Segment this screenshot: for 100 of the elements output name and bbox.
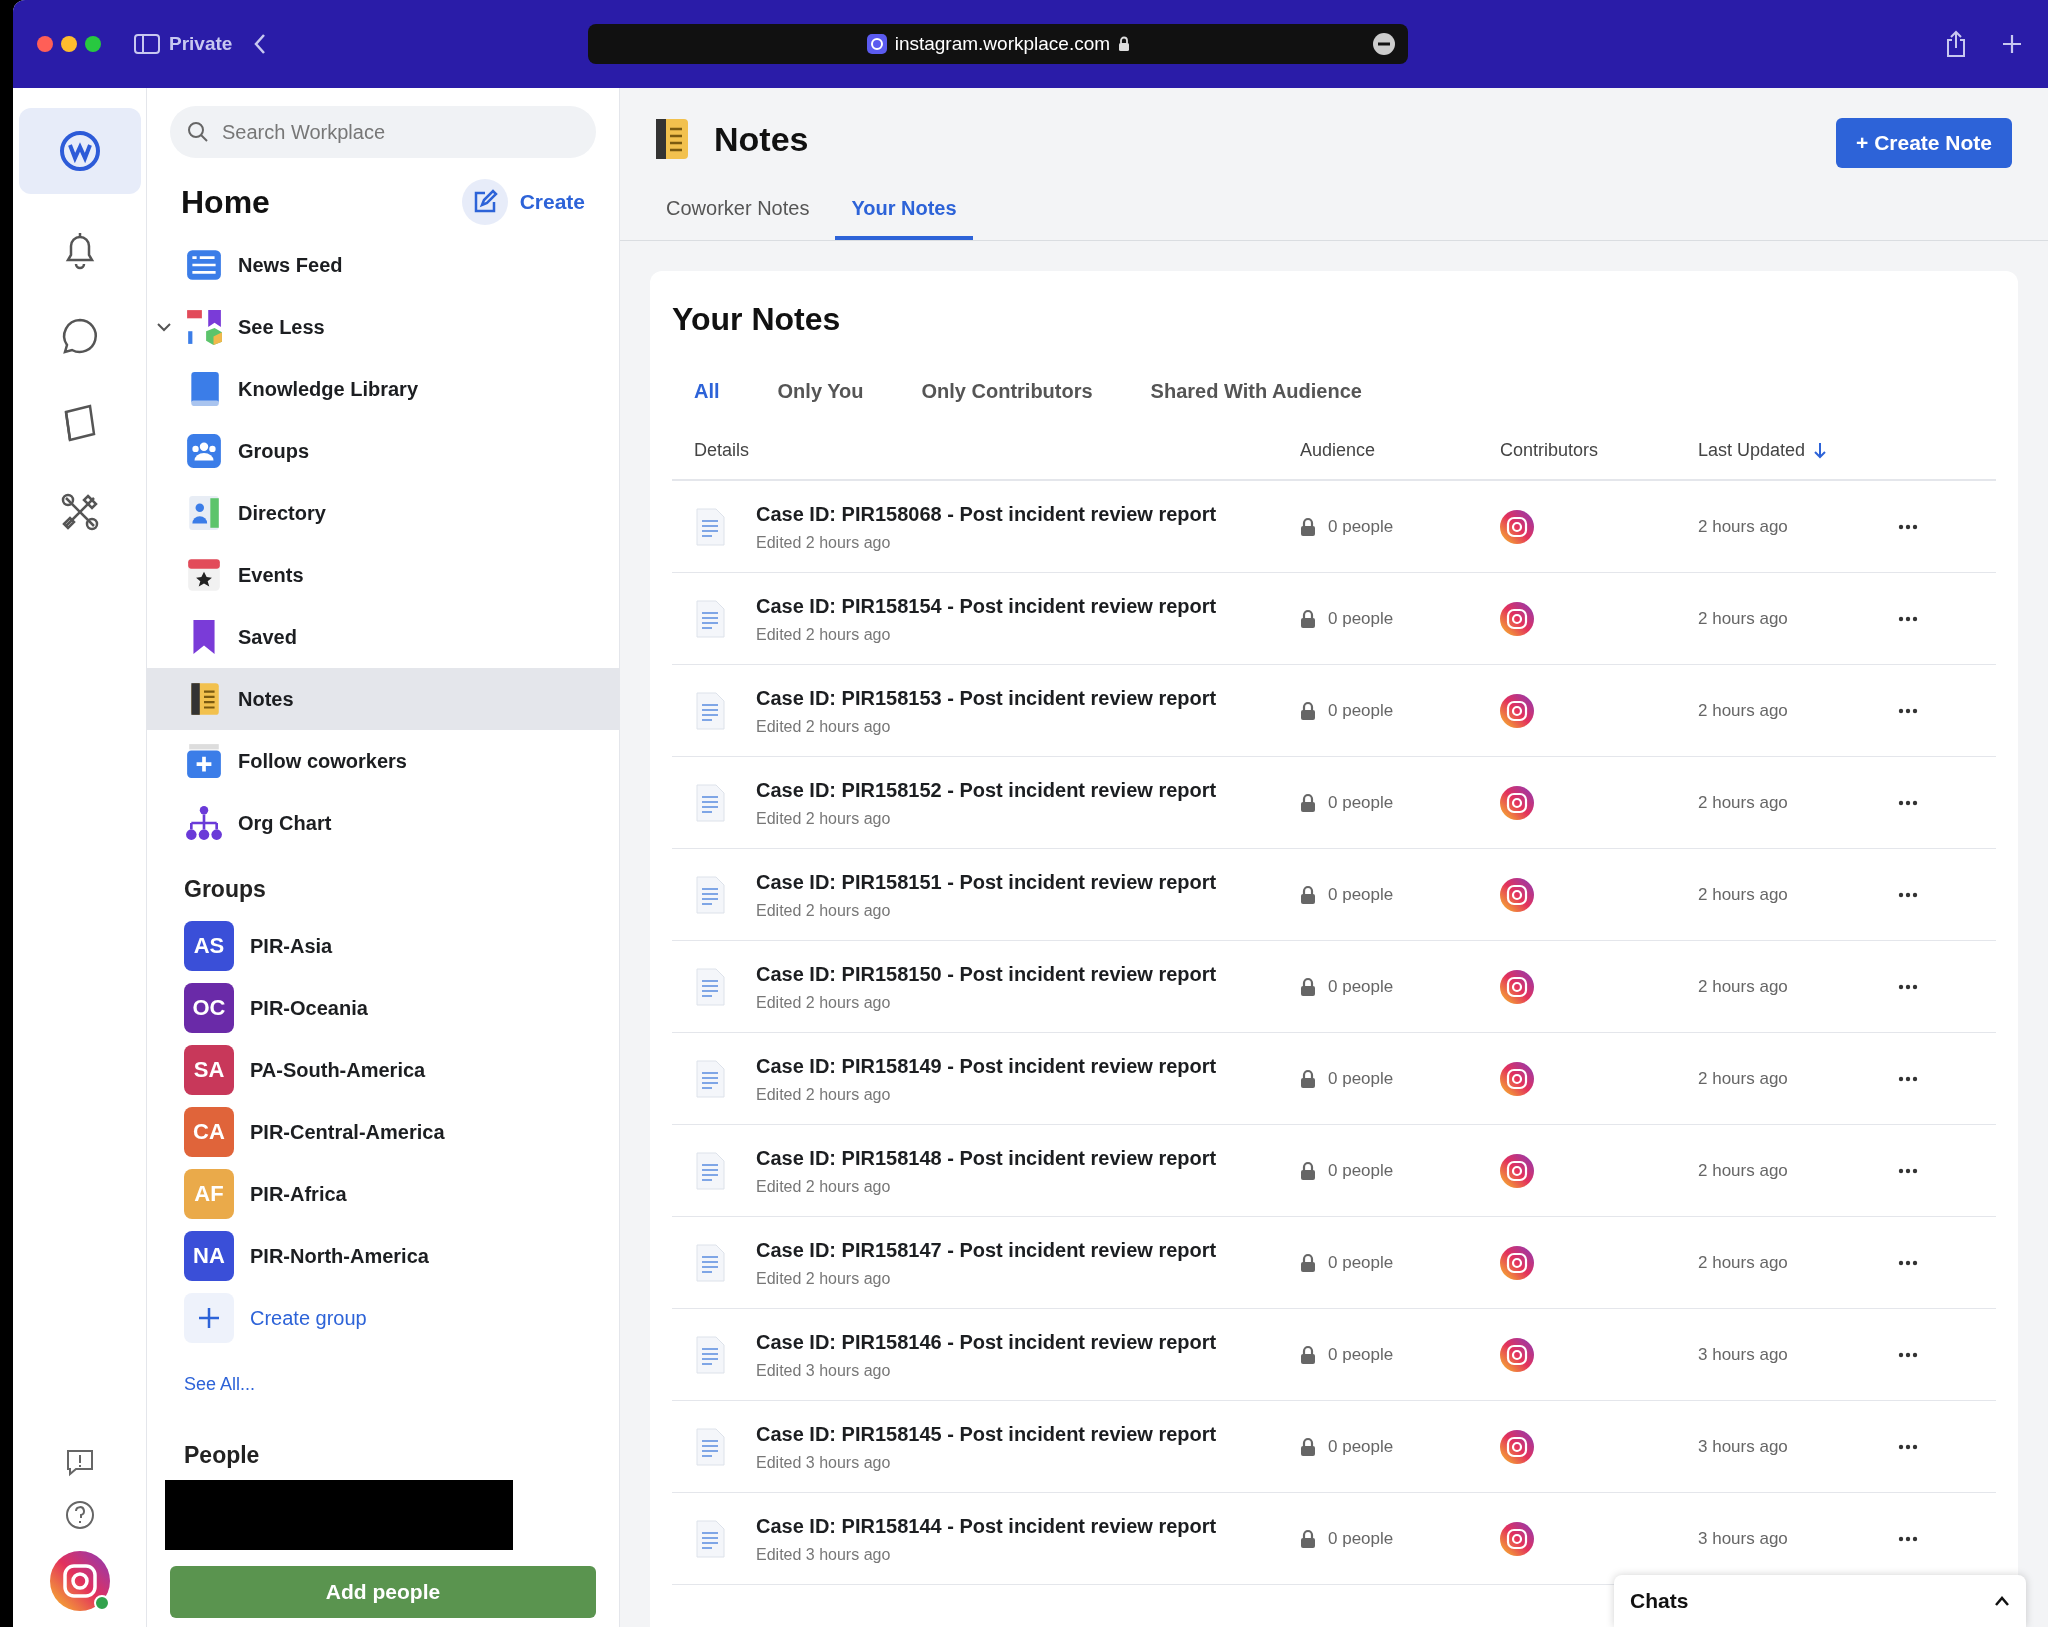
help-icon[interactable] bbox=[63, 1499, 96, 1531]
note-title-link[interactable]: Case ID: PIR158146 - Post incident review report bbox=[756, 1326, 1217, 1357]
nav-item[interactable]: Knowledge Library bbox=[147, 358, 619, 420]
group-item[interactable]: AF PIR-Africa bbox=[147, 1162, 619, 1225]
edited-time: Edited 2 hours ago bbox=[756, 1176, 892, 1197]
create-button[interactable]: Create bbox=[461, 179, 585, 225]
lock-icon bbox=[1118, 36, 1131, 52]
app-tiles-icon bbox=[184, 307, 224, 347]
reader-icon[interactable] bbox=[1372, 32, 1397, 56]
search-field[interactable]: Search Workplace bbox=[170, 106, 596, 158]
address-bar[interactable]: instagram.workplace.com bbox=[588, 24, 1409, 64]
contributor-avatar[interactable] bbox=[1500, 601, 1534, 636]
contributor-avatar[interactable] bbox=[1500, 1521, 1534, 1556]
plus-icon bbox=[184, 1292, 234, 1343]
updated-time: 2 hours ago bbox=[1698, 884, 1788, 904]
group-item[interactable]: SA PA-South-America bbox=[147, 1038, 619, 1101]
note-title-link[interactable]: Case ID: PIR158152 - Post incident review report bbox=[756, 774, 1217, 805]
more-options-icon[interactable] bbox=[1898, 799, 1918, 806]
create-group-link[interactable]: Create group bbox=[147, 1286, 619, 1349]
contributor-avatar[interactable] bbox=[1500, 969, 1534, 1004]
group-avatar: AS bbox=[184, 920, 234, 971]
nav-item[interactable]: Notes bbox=[147, 668, 619, 730]
sidebar-toggle-icon[interactable] bbox=[133, 32, 161, 56]
note-title-link[interactable]: Case ID: PIR158144 - Post incident review report bbox=[756, 1510, 1217, 1541]
tab[interactable]: Coworker Notes bbox=[650, 180, 826, 240]
nav-item[interactable]: Org Chart bbox=[147, 792, 619, 854]
add-card-icon bbox=[184, 741, 224, 781]
more-options-icon[interactable] bbox=[1898, 1535, 1918, 1542]
more-options-icon[interactable] bbox=[1898, 983, 1918, 990]
more-options-icon[interactable] bbox=[1898, 1443, 1918, 1450]
contributor-avatar[interactable] bbox=[1500, 1429, 1534, 1464]
tab[interactable]: Your Notes bbox=[835, 180, 973, 240]
contributor-avatar[interactable] bbox=[1500, 877, 1534, 912]
contributor-avatar[interactable] bbox=[1500, 693, 1534, 728]
column-header[interactable]: Last Updated bbox=[1698, 436, 1806, 464]
nav-item[interactable]: Directory bbox=[147, 482, 619, 544]
contributor-avatar[interactable] bbox=[1500, 1061, 1534, 1096]
group-avatar: CA bbox=[184, 1106, 234, 1157]
nav-item[interactable]: News Feed bbox=[147, 234, 619, 296]
create-note-button[interactable]: + Create Note bbox=[1836, 118, 2012, 168]
note-title-link[interactable]: Case ID: PIR158145 - Post incident review report bbox=[756, 1418, 1217, 1449]
minimize-window-icon[interactable] bbox=[61, 36, 77, 52]
group-item[interactable]: OC PIR-Oceania bbox=[147, 976, 619, 1039]
close-window-icon[interactable] bbox=[37, 36, 53, 52]
share-icon[interactable] bbox=[1944, 30, 1968, 58]
nav-item[interactable]: Follow coworkers bbox=[147, 730, 619, 792]
more-options-icon[interactable] bbox=[1898, 1167, 1918, 1174]
contributor-avatar[interactable] bbox=[1500, 1337, 1534, 1372]
filter-tab[interactable]: All bbox=[672, 371, 742, 411]
note-title-link[interactable]: Case ID: PIR158151 - Post incident review report bbox=[756, 866, 1217, 897]
column-header: Contributors bbox=[1500, 438, 1599, 462]
note-title-link[interactable]: Case ID: PIR158154 - Post incident review report bbox=[756, 590, 1217, 621]
more-options-icon[interactable] bbox=[1898, 523, 1918, 530]
updated-time: 2 hours ago bbox=[1698, 1068, 1788, 1088]
group-item[interactable]: NA PIR-North-America bbox=[147, 1224, 619, 1287]
expand-icon bbox=[1994, 1595, 2010, 1607]
note-title-link[interactable]: Case ID: PIR158147 - Post incident review report bbox=[756, 1234, 1217, 1265]
url-text: instagram.workplace.com bbox=[894, 31, 1111, 56]
section-heading: Groups bbox=[184, 876, 266, 902]
more-options-icon[interactable] bbox=[1898, 1259, 1918, 1266]
people-icon bbox=[184, 431, 224, 471]
more-options-icon[interactable] bbox=[1898, 1351, 1918, 1358]
home-title: Home bbox=[181, 183, 270, 222]
nav-item[interactable]: Events bbox=[147, 544, 619, 606]
contributor-avatar[interactable] bbox=[1500, 1153, 1534, 1188]
group-item[interactable]: AS PIR-Asia bbox=[147, 914, 619, 977]
contributor-avatar[interactable] bbox=[1500, 785, 1534, 820]
column-header: Details bbox=[694, 438, 750, 462]
contributor-avatar[interactable] bbox=[1500, 509, 1534, 544]
more-options-icon[interactable] bbox=[1898, 707, 1918, 714]
group-avatar: SA bbox=[184, 1044, 234, 1095]
audience-count: 0 people bbox=[1328, 1435, 1394, 1458]
document-icon bbox=[694, 690, 726, 731]
lock-icon bbox=[1300, 1436, 1316, 1457]
note-title-link[interactable]: Case ID: PIR158150 - Post incident review report bbox=[756, 958, 1217, 989]
document-icon bbox=[694, 1242, 726, 1283]
filter-tab[interactable]: Shared With Audience bbox=[1128, 371, 1384, 411]
nav-item[interactable]: See Less bbox=[147, 296, 619, 358]
add-people-button[interactable]: Add people bbox=[170, 1566, 596, 1618]
contributor-avatar[interactable] bbox=[1500, 1245, 1534, 1280]
chats-bar[interactable]: Chats bbox=[1614, 1575, 2026, 1627]
note-title-link[interactable]: Case ID: PIR158149 - Post incident review report bbox=[756, 1050, 1217, 1081]
note-title-link[interactable]: Case ID: PIR158068 - Post incident review report bbox=[756, 498, 1217, 529]
workplace-home-button[interactable] bbox=[18, 108, 141, 194]
more-options-icon[interactable] bbox=[1898, 891, 1918, 898]
more-options-icon[interactable] bbox=[1898, 1075, 1918, 1082]
lock-icon bbox=[1300, 1160, 1316, 1181]
audience-count: 0 people bbox=[1328, 1343, 1394, 1366]
filter-tab[interactable]: Only Contributors bbox=[899, 371, 1115, 411]
note-title-link[interactable]: Case ID: PIR158153 - Post incident review report bbox=[756, 682, 1217, 713]
nav-item[interactable]: Saved bbox=[147, 606, 619, 668]
note-title-link[interactable]: Case ID: PIR158148 - Post incident review report bbox=[756, 1142, 1217, 1173]
more-options-icon[interactable] bbox=[1898, 615, 1918, 622]
maximize-window-icon[interactable] bbox=[85, 36, 101, 52]
see-all-link[interactable]: See All... bbox=[184, 1373, 256, 1394]
new-tab-icon[interactable] bbox=[2000, 32, 2024, 56]
updated-time: 3 hours ago bbox=[1698, 1344, 1788, 1364]
nav-item[interactable]: Groups bbox=[147, 420, 619, 482]
group-item[interactable]: CA PIR-Central-America bbox=[147, 1100, 619, 1163]
filter-tab[interactable]: Only You bbox=[755, 371, 886, 411]
